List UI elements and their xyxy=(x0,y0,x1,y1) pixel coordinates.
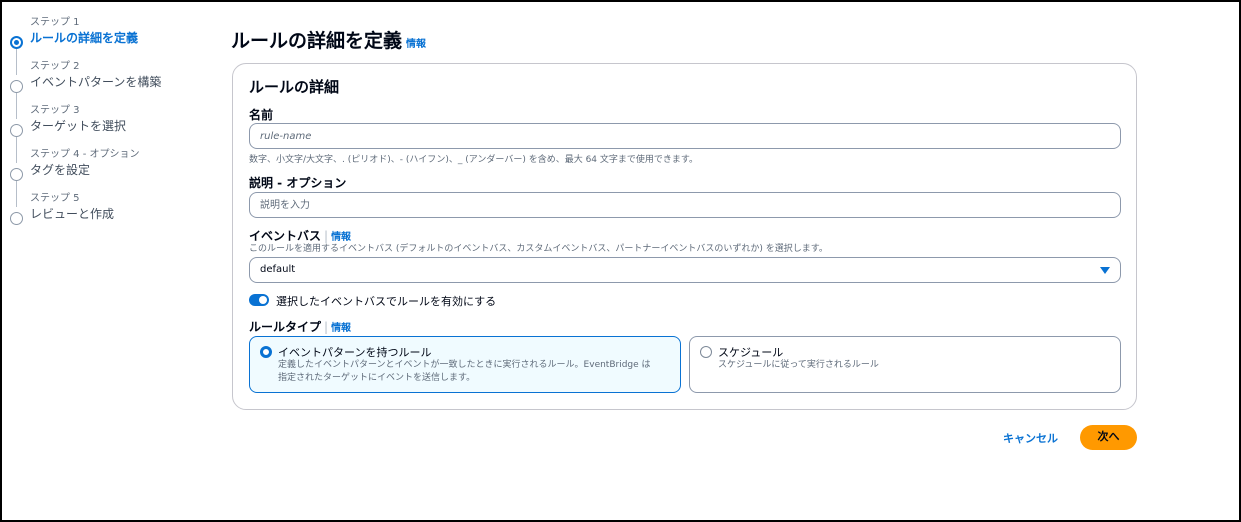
tile-description: スケジュールに従って実行されるルール xyxy=(718,360,879,370)
step-3[interactable]: ステップ 3 ターゲットを選択 xyxy=(10,102,210,163)
rule-type-label: ルールタイプ | 情報 xyxy=(249,318,351,335)
step-label: ルールの詳細を定義 xyxy=(30,31,139,45)
caret-down-icon xyxy=(1100,267,1110,274)
description-input[interactable] xyxy=(249,192,1121,218)
enable-rule-toggle[interactable] xyxy=(249,294,269,306)
wizard-steps: ステップ 1 ルールの詳細を定義 ステップ 2 イベントパターンを構築 ステップ… xyxy=(10,14,210,234)
rule-type-info-link[interactable]: 情報 xyxy=(331,323,351,334)
step-label: ターゲットを選択 xyxy=(30,119,127,133)
step-5[interactable]: ステップ 5 レビューと作成 xyxy=(10,190,210,234)
step-pending-icon xyxy=(10,124,23,137)
step-pending-icon xyxy=(10,168,23,181)
enable-rule-toggle-label: 選択したイベントバスでルールを有効にする xyxy=(276,295,497,308)
step-current-icon xyxy=(10,36,23,49)
radio-unselected-icon[interactable] xyxy=(700,346,712,358)
step-2[interactable]: ステップ 2 イベントパターンを構築 xyxy=(10,58,210,119)
cancel-button[interactable]: キャンセル xyxy=(1003,430,1058,446)
rule-details-panel: ルールの詳細 名前 数字、小文字/大文字、. (ピリオド)、- (ハイフン)、_… xyxy=(232,63,1137,410)
event-bus-select[interactable]: default xyxy=(249,257,1121,283)
rule-name-input[interactable] xyxy=(249,123,1121,149)
rule-type-event-pattern-tile[interactable]: イベントパターンを持つルール 定義したイベントパターンとイベントが一致したときに… xyxy=(249,336,681,393)
step-pending-icon xyxy=(10,80,23,93)
step-1[interactable]: ステップ 1 ルールの詳細を定義 xyxy=(10,14,210,75)
rule-type-schedule-tile[interactable]: スケジュール スケジュールに従って実行されるルール xyxy=(689,336,1121,393)
radio-selected-icon[interactable] xyxy=(260,346,272,358)
step-number: ステップ 1 xyxy=(30,17,80,28)
description-label: 説明 - オプション xyxy=(249,176,347,190)
step-number: ステップ 3 xyxy=(30,105,80,116)
step-label: タグを設定 xyxy=(30,163,91,177)
step-pending-icon xyxy=(10,212,23,225)
panel-title: ルールの詳細 xyxy=(249,78,340,96)
step-4[interactable]: ステップ 4 - オプション タグを設定 xyxy=(10,146,210,207)
page-title: ルールの詳細を定義 情報 xyxy=(231,26,426,53)
separator: | xyxy=(324,320,329,334)
tile-title: スケジュール xyxy=(718,346,784,359)
name-hint: 数字、小文字/大文字、. (ピリオド)、- (ハイフン)、_ (アンダーバー) … xyxy=(249,155,698,165)
tile-description: 定義したイベントパターンとイベントが一致したときに実行されるルール。EventB… xyxy=(278,360,651,383)
rule-type-label-text: ルールタイプ xyxy=(249,320,322,334)
tile-title: イベントパターンを持つルール xyxy=(278,346,432,359)
header-info-link[interactable]: 情報 xyxy=(406,39,426,50)
name-label: 名前 xyxy=(249,108,274,122)
step-number: ステップ 5 xyxy=(30,193,80,204)
step-label: レビューと作成 xyxy=(30,207,115,221)
step-label: イベントパターンを構築 xyxy=(30,75,162,89)
event-bus-selected-value: default xyxy=(260,264,296,275)
step-number: ステップ 2 xyxy=(30,61,80,72)
step-number: ステップ 4 - オプション xyxy=(30,149,140,160)
page-title-text: ルールの詳細を定義 xyxy=(231,30,403,52)
event-bus-hint: このルールを適用するイベントバス (デフォルトのイベントバス、カスタムイベントバ… xyxy=(249,244,828,254)
next-button[interactable]: 次へ xyxy=(1080,425,1137,450)
